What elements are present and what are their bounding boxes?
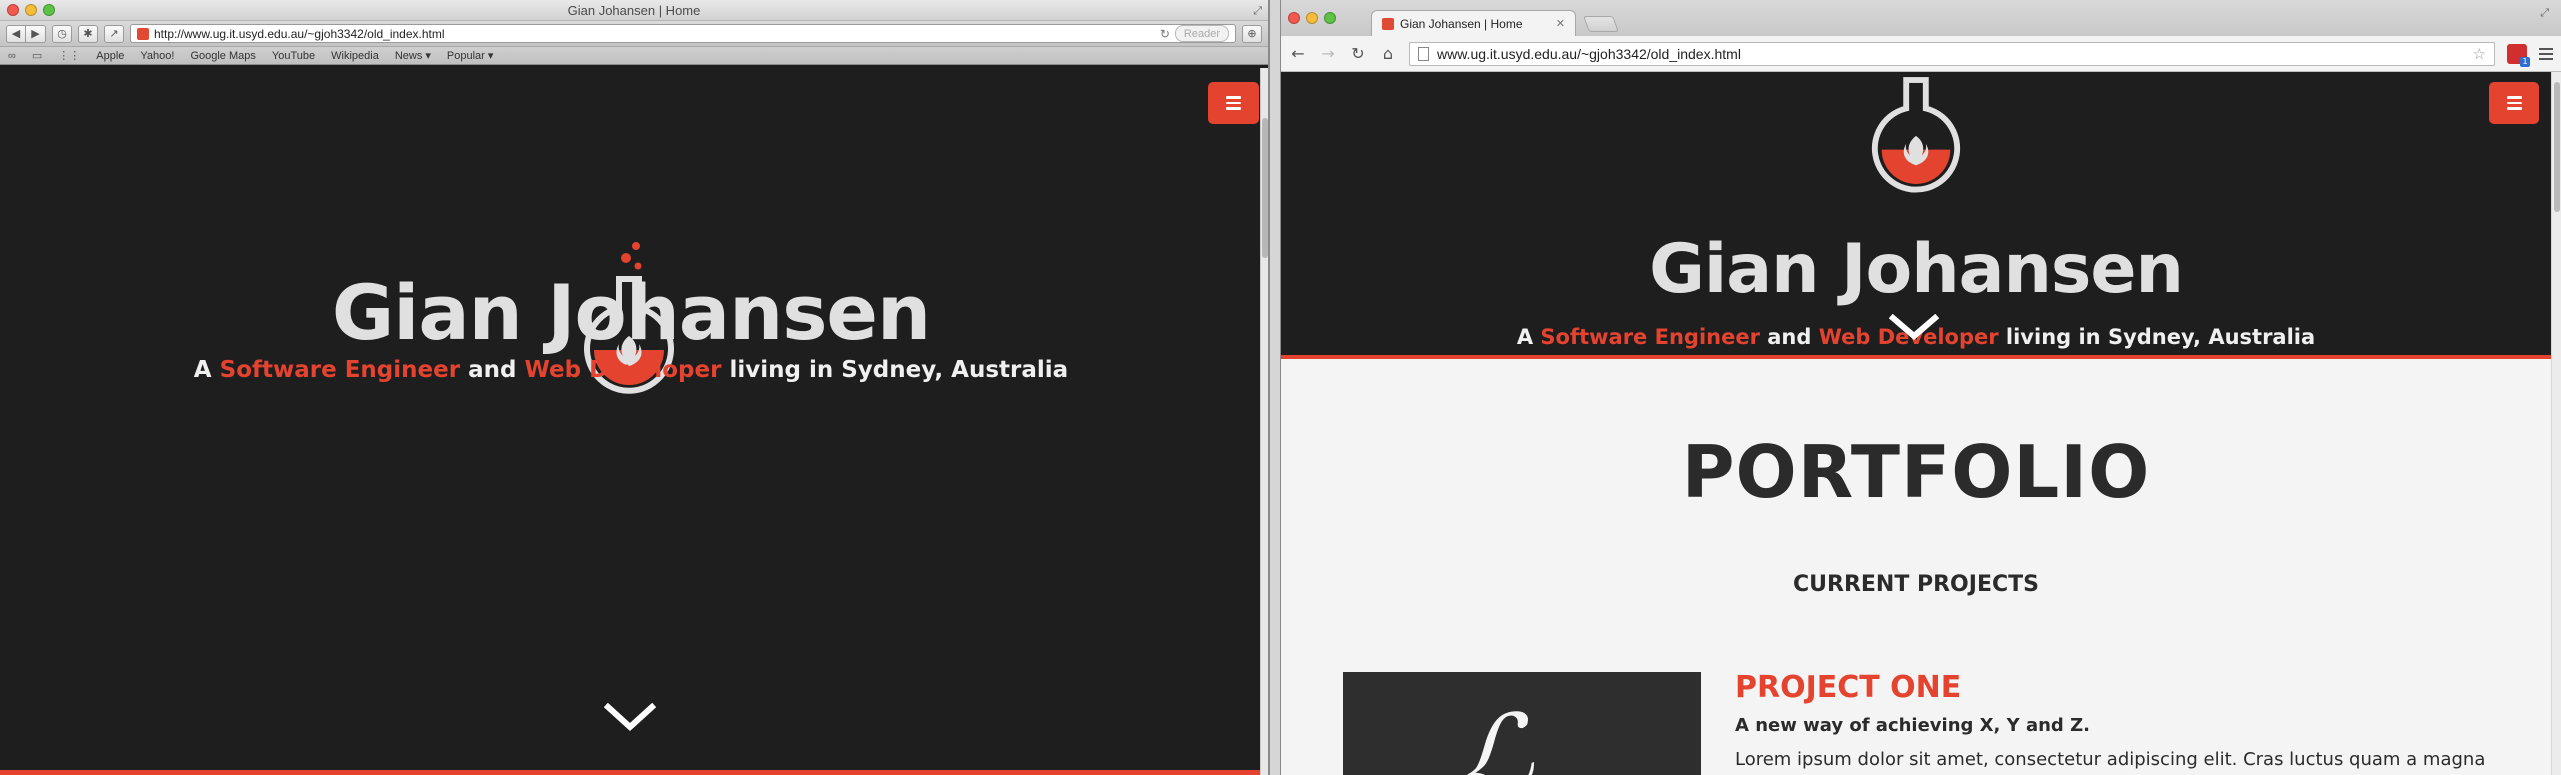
hero-section: Gian Johansen A Software Engineer and We… — [1281, 72, 2551, 359]
top-sites-icon[interactable]: ⋮⋮ — [58, 49, 80, 62]
address-text[interactable]: www.ug.it.usyd.edu.au/~gjoh3342/old_inde… — [1437, 46, 2465, 62]
fullscreen-icon[interactable]: ⤢ — [1253, 4, 1262, 18]
chrome-menu-icon[interactable] — [2539, 47, 2553, 60]
project-thumbnail[interactable]: ℒ — [1343, 672, 1701, 775]
site-favicon-icon — [137, 27, 149, 40]
hero-bottom-border — [1281, 355, 2551, 359]
section-title: PORTFOLIO — [1681, 430, 2151, 514]
desktop: Gian Johansen | Home ⤢ ◀ ▶ ◷ ✱ ↗ http://… — [0, 0, 2561, 775]
script-logo-icon: ℒ — [1453, 691, 1533, 775]
bookmark-wikipedia[interactable]: Wikipedia — [331, 50, 379, 62]
bookmark-apple[interactable]: Apple — [96, 50, 124, 62]
bookmark-star-icon[interactable]: ☆ — [2473, 45, 2486, 63]
forward-arrow-icon: ▶ — [31, 27, 40, 40]
project-tagline: A new way of achieving X, Y and Z. — [1735, 715, 2090, 736]
bookmark-news[interactable]: News ▾ — [395, 49, 431, 62]
back-arrow-icon[interactable]: ← — [1289, 44, 1307, 63]
downloads-button[interactable]: ⊕ — [1242, 24, 1262, 43]
minimize-window-button[interactable] — [1306, 12, 1318, 24]
extension-icon[interactable] — [2507, 43, 2530, 67]
chevron-down-icon[interactable] — [604, 703, 656, 733]
page-viewport: Gian Johansen A Software Engineer and We… — [0, 68, 1262, 775]
tab-title: Gian Johansen | Home — [1400, 16, 1523, 31]
page-icon — [1418, 46, 1429, 61]
reload-icon[interactable]: ↻ — [1349, 44, 1367, 63]
subtitle-role-software-engineer: Software Engineer — [219, 357, 461, 383]
bookmarks-icon[interactable]: ▭ — [32, 49, 42, 62]
subtitle-conjunction: and — [1767, 325, 1812, 349]
close-window-button[interactable] — [1288, 12, 1300, 24]
forward-button[interactable]: ▶ — [26, 24, 46, 43]
reload-icon[interactable]: ↻ — [1160, 27, 1170, 41]
bookmark-yahoo[interactable]: Yahoo! — [140, 50, 174, 62]
page-viewport: Gian Johansen A Software Engineer and We… — [1281, 72, 2551, 775]
bookmark-youtube[interactable]: YouTube — [272, 50, 315, 62]
history-button[interactable]: ◷ — [52, 24, 72, 43]
safari-toolbar: ◀ ▶ ◷ ✱ ↗ http://www.ug.it.usyd.edu.au/~… — [0, 21, 1268, 47]
vertical-scrollbar[interactable] — [1260, 68, 1268, 775]
home-icon[interactable]: ⌂ — [1379, 44, 1397, 63]
chrome-toolbar: ← → ↻ ⌂ www.ug.it.usyd.edu.au/~gjoh3342/… — [1281, 36, 2561, 72]
window-controls — [1288, 12, 1336, 24]
new-tab-button[interactable] — [1583, 16, 1619, 32]
bookmark-popular[interactable]: Popular ▾ — [447, 49, 494, 62]
subtitle-role-web-developer: Web Developer — [524, 357, 722, 383]
bookmarks-bar: ∞ ▭ ⋮⋮ Apple Yahoo! Google Maps YouTube … — [0, 47, 1268, 65]
back-button[interactable]: ◀ — [6, 24, 26, 43]
active-tab[interactable]: Gian Johansen | Home ✕ — [1371, 10, 1576, 36]
bookmark-google-maps[interactable]: Google Maps — [190, 50, 255, 62]
forward-arrow-icon[interactable]: → — [1319, 44, 1337, 63]
menu-button[interactable] — [2489, 82, 2539, 124]
subtitle-suffix: living in Sydney, Australia — [2005, 325, 2316, 349]
address-text[interactable]: http://www.ug.it.usyd.edu.au/~gjoh3342/o… — [154, 27, 1155, 41]
project-description: Lorem ipsum dolor sit amet, consectetur … — [1735, 749, 2486, 770]
subtitle-prefix: A — [1516, 325, 1534, 349]
extensions-button[interactable]: ✱ — [78, 24, 98, 43]
site-favicon-icon — [1382, 17, 1394, 30]
chrome-window: Gian Johansen | Home ✕ ⤢ ← → ↻ ⌂ www.ug.… — [1280, 0, 2561, 775]
menu-button[interactable] — [1208, 82, 1259, 124]
hero-name: Gian Johansen — [1649, 230, 2184, 309]
flask-flame-icon — [1871, 77, 1961, 193]
vertical-scrollbar[interactable] — [2551, 72, 2561, 775]
subtitle-role-software-engineer: Software Engineer — [1540, 325, 1760, 349]
reader-button[interactable]: Reader — [1174, 25, 1229, 42]
download-icon: ⊕ — [1247, 27, 1257, 40]
fullscreen-icon[interactable]: ⤢ — [2540, 6, 2549, 20]
safari-window: Gian Johansen | Home ⤢ ◀ ▶ ◷ ✱ ↗ http://… — [0, 0, 1270, 775]
clock-icon: ◷ — [57, 27, 67, 40]
share-button[interactable]: ↗ — [104, 24, 124, 43]
chevron-down-icon[interactable] — [1889, 314, 1939, 342]
hero-bottom-border — [0, 770, 1262, 775]
hero-subtitle: A Software Engineer and Web Developer li… — [0, 357, 1262, 383]
puzzle-icon: ✱ — [83, 27, 93, 40]
zoom-window-button[interactable] — [1324, 12, 1336, 24]
subtitle-conjunction: and — [468, 357, 517, 383]
hero-name: Gian Johansen — [331, 268, 931, 357]
history-nav: ◀ ▶ — [6, 24, 46, 43]
section-subtitle: CURRENT PROJECTS — [1793, 572, 2039, 597]
project-name[interactable]: PROJECT ONE — [1735, 670, 1961, 705]
subtitle-prefix: A — [193, 357, 212, 383]
close-tab-icon[interactable]: ✕ — [1556, 17, 1565, 30]
window-title: Gian Johansen | Home — [567, 3, 701, 18]
omnibox[interactable]: www.ug.it.usyd.edu.au/~gjoh3342/old_inde… — [1409, 41, 2495, 66]
safari-titlebar: Gian Johansen | Home ⤢ — [0, 0, 1268, 21]
share-icon: ↗ — [109, 27, 119, 40]
chrome-tabstrip: Gian Johansen | Home ✕ ⤢ — [1281, 0, 2561, 36]
reading-list-icon[interactable]: ∞ — [8, 50, 16, 62]
subtitle-suffix: living in Sydney, Australia — [729, 357, 1069, 383]
address-bar[interactable]: http://www.ug.it.usyd.edu.au/~gjoh3342/o… — [130, 24, 1236, 43]
back-arrow-icon: ◀ — [11, 27, 21, 40]
